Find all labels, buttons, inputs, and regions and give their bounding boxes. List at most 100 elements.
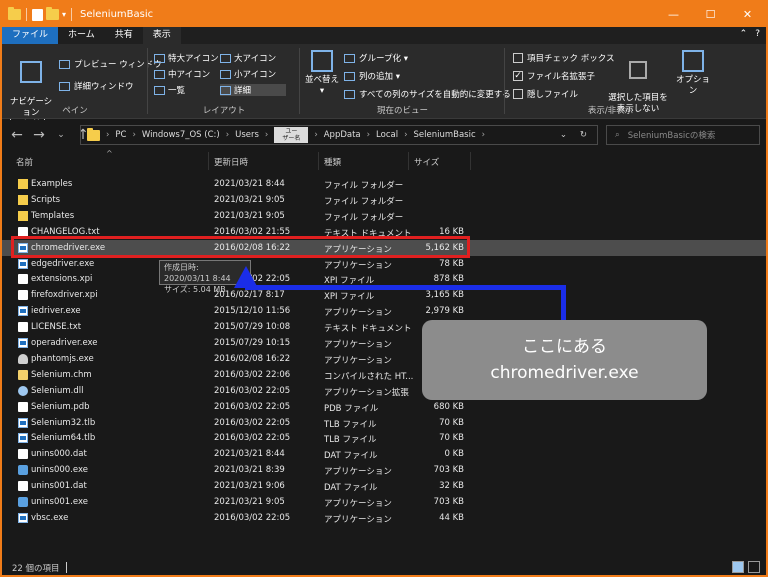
file-date: 2021/03/21 9:05 — [214, 210, 285, 221]
refresh-icon[interactable]: ↻ — [580, 130, 587, 140]
breadcrumb-username[interactable]: ユー ザー名 — [274, 127, 309, 143]
minimize-button[interactable]: — — [655, 2, 692, 27]
recent-locations-icon[interactable]: ⌄ — [50, 130, 72, 140]
file-row[interactable]: unins000.exe 2021/03/21 8:39 アプリケーション 703 K… — [2, 462, 766, 478]
file-row[interactable]: Selenium.pdb 2016/03/02 22:05 PDB ファイル 680 … — [2, 399, 766, 415]
group-label-pane: ペイン — [62, 106, 88, 116]
add-column-button[interactable]: 列の追加 ▾ — [344, 70, 400, 82]
properties-icon[interactable] — [32, 8, 43, 21]
layout-details[interactable]: 詳細 — [220, 84, 286, 96]
file-date: 2016/03/02 22:05 — [214, 385, 291, 396]
hidden-items-label: 隠しファイル — [527, 90, 579, 100]
file-type: アプリケーション — [324, 514, 392, 525]
size-columns-icon — [344, 89, 355, 99]
column-headers: ^ 名前 更新日時 種類 サイズ — [2, 149, 766, 172]
breadcrumb-local[interactable]: Local — [376, 130, 398, 140]
divider[interactable] — [470, 152, 471, 170]
close-button[interactable]: ✕ — [729, 2, 766, 27]
medium-icons-icon — [154, 69, 165, 79]
column-name[interactable]: 名前 — [16, 156, 33, 168]
layout-extra-large-icons[interactable]: 特大アイコン — [154, 52, 219, 64]
chevron-right-icon[interactable]: › — [482, 130, 485, 140]
annotation-arrow-horizontal — [245, 285, 566, 290]
chevron-right-icon[interactable]: › — [367, 130, 370, 140]
file-row[interactable]: vbsc.exe 2016/03/02 22:05 アプリケーション 44 KB — [2, 510, 766, 526]
divider[interactable] — [408, 152, 409, 170]
file-type: コンパイルされた HT... — [324, 371, 414, 382]
chevron-right-icon[interactable]: › — [132, 130, 135, 140]
details-view-icon[interactable] — [732, 561, 744, 573]
forward-icon[interactable]: → — [28, 127, 50, 143]
column-type[interactable]: 種類 — [324, 156, 341, 168]
exe-icon — [18, 338, 28, 348]
back-icon[interactable]: ← — [6, 127, 28, 143]
breadcrumb-seleniumbasic[interactable]: SeleniumBasic — [413, 130, 475, 140]
file-name: Selenium32.tlb — [31, 417, 96, 428]
file-row[interactable]: unins000.dat 2021/03/21 8:44 DAT ファイル 0 KB — [2, 446, 766, 462]
search-input[interactable]: ⌕ SeleniumBasicの検索 — [606, 125, 760, 145]
breadcrumb-appdata[interactable]: AppData — [324, 130, 361, 140]
file-row[interactable]: Selenium64.tlb 2016/03/02 22:05 TLB ファイル 70… — [2, 430, 766, 446]
exe-icon — [18, 433, 28, 444]
chevron-right-icon[interactable]: › — [265, 130, 268, 140]
column-date[interactable]: 更新日時 — [214, 156, 248, 168]
layout-list[interactable]: 一覧 — [154, 84, 185, 96]
tab-file[interactable]: ファイル — [2, 27, 59, 44]
file-extensions-toggle[interactable]: ✓ ファイル名拡張子 — [513, 70, 595, 82]
chevron-right-icon[interactable]: › — [314, 130, 317, 140]
breadcrumb-users[interactable]: Users — [235, 130, 259, 140]
breadcrumb-drive[interactable]: Windows7_OS (C:) — [142, 130, 220, 140]
file-type: XPI ファイル — [324, 292, 375, 303]
breadcrumb-pc[interactable]: PC — [115, 130, 126, 140]
exe-icon — [18, 258, 28, 269]
large-icons-view-icon[interactable] — [748, 561, 760, 573]
item-checkboxes-toggle[interactable]: 項目チェック ボックス — [513, 52, 614, 64]
tab-share[interactable]: 共有 — [105, 27, 143, 44]
file-row[interactable]: Templates 2021/03/21 9:05 ファイル フォルダー — [2, 208, 766, 224]
file-name: operadriver.exe — [31, 338, 98, 348]
group-by-button[interactable]: グループ化 ▾ — [344, 52, 408, 64]
file-type: アプリケーション — [324, 467, 392, 478]
file-row[interactable]: Examples 2021/03/21 8:44 ファイル フォルダー — [2, 176, 766, 192]
file-row[interactable]: Scripts 2021/03/21 9:05 ファイル フォルダー — [2, 192, 766, 208]
hidden-items-toggle[interactable]: 隠しファイル — [513, 88, 578, 100]
maximize-button[interactable]: ☐ — [692, 2, 729, 27]
options-button[interactable]: オプション — [673, 50, 713, 97]
layout-small-icons[interactable]: 小アイコン — [220, 68, 276, 80]
divider[interactable] — [318, 152, 319, 170]
list-icon — [154, 85, 165, 95]
group-label-layout: レイアウト — [202, 106, 246, 116]
layout-large-icons[interactable]: 大アイコン — [220, 52, 276, 64]
column-size[interactable]: サイズ — [414, 156, 439, 168]
group-by-label: グループ化 ▾ — [359, 54, 408, 64]
file-row[interactable]: Selenium32.tlb 2016/03/02 22:05 TLB ファイル 70… — [2, 415, 766, 431]
file-row[interactable]: iedriver.exe 2015/12/10 11:56 アプリケーション 2,97… — [2, 303, 766, 319]
layout-label: 特大アイコン — [168, 54, 219, 64]
chevron-right-icon[interactable]: › — [106, 130, 109, 140]
file-size: 3,165 KB — [425, 290, 464, 301]
file-row[interactable]: unins001.exe 2021/03/21 9:05 アプリケーション 703 K… — [2, 494, 766, 510]
navigation-pane-icon — [20, 61, 42, 83]
file-size: 703 KB — [433, 465, 464, 476]
sort-button[interactable]: 並べ替え ▾ — [304, 50, 340, 97]
file-name: Scripts — [31, 194, 61, 205]
chevron-right-icon[interactable]: › — [404, 130, 407, 140]
doc-icon — [18, 322, 28, 333]
tab-view[interactable]: 表示 — [142, 27, 181, 44]
address-dropdown-icon[interactable]: ⌄ — [560, 130, 567, 140]
customize-qa-icon[interactable]: ▾ — [62, 10, 66, 19]
help-icon[interactable]: ? — [755, 29, 760, 39]
new-folder-icon[interactable] — [46, 7, 59, 20]
collapse-ribbon-icon[interactable]: ⌃ — [740, 29, 748, 39]
size-columns-button[interactable]: すべての列のサイズを自動的に変更する — [344, 88, 511, 100]
file-row[interactable]: unins001.dat 2021/03/21 9:06 DAT ファイル 32 KB — [2, 478, 766, 494]
divider[interactable] — [208, 152, 209, 170]
details-pane-button[interactable]: 詳細ウィンドウ — [59, 80, 134, 92]
tab-home[interactable]: ホーム — [58, 27, 105, 44]
divider — [71, 8, 73, 21]
navigation-pane-button[interactable]: ナビゲーション ウィンドウ ▾ — [6, 50, 56, 130]
address-bar[interactable]: › PC › Windows7_OS (C:) › Users › ユー ザー名… — [80, 125, 598, 145]
layout-medium-icons[interactable]: 中アイコン — [154, 68, 210, 80]
chevron-right-icon[interactable]: › — [226, 130, 229, 140]
layout-label: 大アイコン — [234, 54, 277, 64]
